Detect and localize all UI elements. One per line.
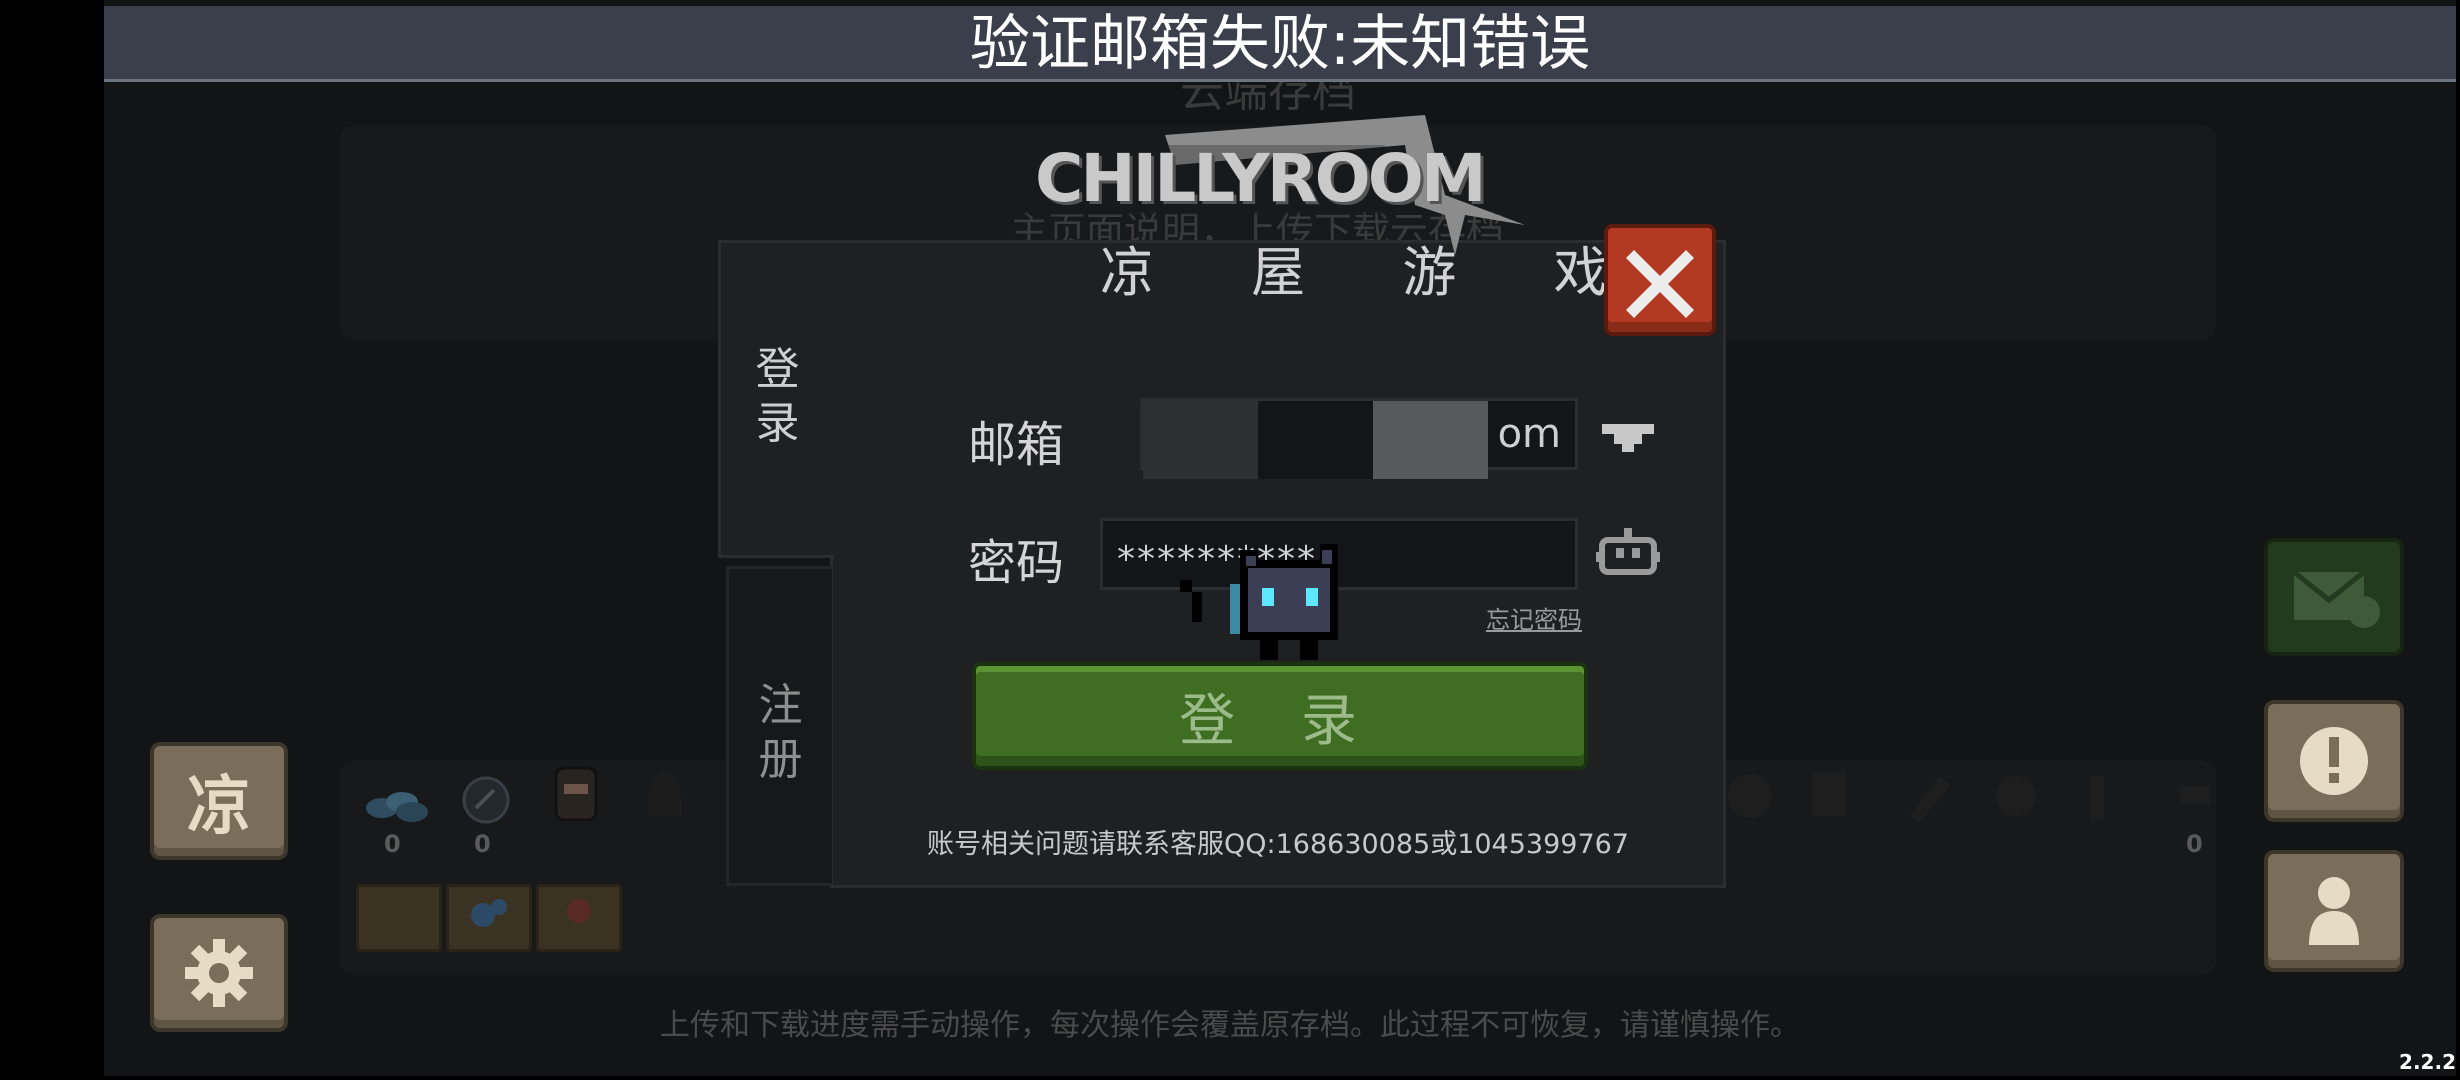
mail-icon <box>2292 570 2380 628</box>
gear-icon <box>185 939 253 1007</box>
exclamation-icon <box>2300 727 2368 795</box>
account-button[interactable] <box>2264 850 2404 972</box>
email-label: 邮箱 <box>968 417 1065 473</box>
seed-icon <box>462 776 510 824</box>
close-button[interactable] <box>1604 224 1716 336</box>
mail-button[interactable] <box>2264 538 2404 656</box>
redaction-block <box>1373 401 1488 479</box>
seed-count: 0 <box>474 830 491 858</box>
error-toast: 验证邮箱失败:未知错误 <box>104 6 2456 82</box>
weapon-card-blue <box>446 884 532 952</box>
redaction-block <box>1143 401 1258 479</box>
email-field[interactable]: om <box>1140 398 1578 479</box>
chillyroom-icon: 凉 <box>187 770 251 844</box>
game-screen: 0 0 0 云端存档 上传和下载进度需手动操作，每次操作会覆盖原存档。此过程不可… <box>0 0 2460 1080</box>
redaction-block <box>1258 401 1373 479</box>
support-contact-text: 账号相关问题请联系客服QQ:168630085或1045399767 <box>927 829 1629 860</box>
tab-login-label: 登 录 <box>755 344 800 449</box>
character-icon <box>554 766 598 822</box>
save-warning-notice: 上传和下载进度需手动操作，每次操作会覆盖原存档。此过程不可恢复，请谨慎操作。 <box>660 1008 1800 1043</box>
login-button-label: 登 录 <box>1179 688 1381 754</box>
eye-icon[interactable] <box>1596 528 1660 584</box>
logo-wordmark: CHILLYROOM <box>1035 140 1487 217</box>
tab-login[interactable]: 登 录 <box>718 240 834 558</box>
chillyroom-button[interactable]: 凉 <box>150 742 288 860</box>
item-count: 0 <box>2186 830 2203 858</box>
login-button[interactable]: 登 录 <box>972 662 1588 770</box>
helmet-icon <box>647 772 683 816</box>
tab-register[interactable]: 注 册 <box>726 566 832 886</box>
item-icon <box>1728 772 2210 822</box>
version-label: 2.2.2 <box>2399 1050 2456 1074</box>
tab-register-label: 注 册 <box>758 680 803 785</box>
chevron-down-icon[interactable] <box>1598 418 1658 458</box>
close-icon <box>1626 250 1694 318</box>
password-label: 密码 <box>968 535 1065 591</box>
email-visible-suffix: om <box>1497 411 1561 457</box>
forgot-password-link[interactable]: 忘记密码 <box>1486 600 1582 635</box>
user-icon <box>2309 877 2359 945</box>
gem-count: 0 <box>384 830 401 858</box>
gem-icon <box>366 792 428 822</box>
weapon-card-sword <box>356 884 442 952</box>
settings-button[interactable] <box>150 914 288 1032</box>
studio-name: 凉 屋 游 戏 <box>1100 241 1648 304</box>
cat-mascot <box>1180 544 1338 660</box>
weapon-card-red <box>536 884 622 952</box>
notice-button[interactable] <box>2264 700 2404 822</box>
